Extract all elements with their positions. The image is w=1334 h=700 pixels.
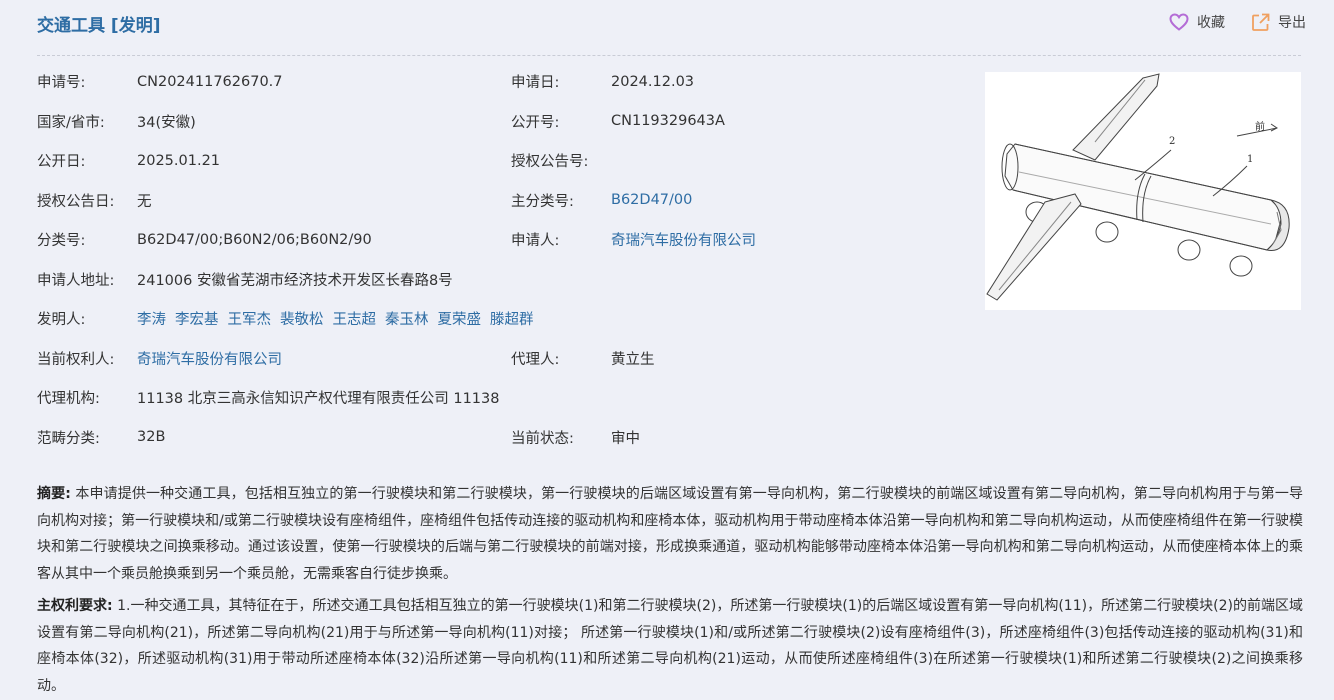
category-value: 32B (137, 429, 166, 446)
inventor-link[interactable]: 王志超 (333, 308, 377, 329)
current-owner-label: 当前权利人: (37, 351, 115, 368)
inventors-label: 发明人: (37, 312, 86, 329)
field-row: 分类号: B62D47/00;B60N2/06;B60N2/90 申请人: 奇瑞… (37, 220, 967, 260)
claims-text: 1.一种交通工具，其特征在于，所述交通工具包括相互独立的第一行驶模块(1)和第二… (37, 598, 1304, 694)
header-divider (37, 55, 1301, 56)
field-row: 国家/省市: 34(安徽) 公开号: CN119329643A (37, 102, 967, 142)
publication-date-label: 公开日: (37, 154, 86, 171)
status-value: 审中 (611, 430, 640, 447)
current-owner-link[interactable]: 奇瑞汽车股份有限公司 (137, 348, 282, 369)
abstract-section: 摘要: 本申请提供一种交通工具，包括相互独立的第一行驶模块和第二行驶模块，第一行… (37, 481, 1303, 587)
grant-pub-date-label: 授权公告日: (37, 193, 115, 210)
application-no-value: CN202411762670.7 (137, 73, 283, 90)
abstract-label: 摘要: (37, 486, 71, 502)
class-no-value: B62D47/00;B60N2/06;B60N2/90 (137, 231, 372, 248)
inventor-list: 李涛 李宏基 王军杰 裴敬松 王志超 秦玉林 夏荣盛 滕超群 (137, 308, 534, 329)
drawing-label-front: 前 (1255, 120, 1265, 133)
heart-icon (1169, 13, 1189, 31)
claims-section: 主权利要求: 1.一种交通工具，其特征在于，所述交通工具包括相互独立的第一行驶模… (37, 593, 1303, 699)
field-row: 申请人地址: 241006 安徽省芜湖市经济技术开发区长春路8号 (37, 260, 967, 300)
agent-label: 代理人: (511, 351, 560, 368)
field-row: 公开日: 2025.01.21 授权公告号: (37, 141, 967, 181)
inventor-link[interactable]: 李宏基 (175, 308, 219, 329)
grant-pub-no-label: 授权公告号: (511, 154, 589, 171)
agent-value: 黄立生 (611, 351, 655, 368)
field-row: 当前权利人: 奇瑞汽车股份有限公司 代理人: 黄立生 (37, 339, 967, 379)
patent-drawing[interactable]: 前 2 1 (985, 72, 1301, 310)
applicant-address-value: 241006 安徽省芜湖市经济技术开发区长春路8号 (137, 272, 453, 289)
abstract-text: 本申请提供一种交通工具，包括相互独立的第一行驶模块和第二行驶模块，第一行驶模块的… (37, 486, 1303, 582)
export-icon (1251, 13, 1270, 32)
inventor-link[interactable]: 李涛 (137, 308, 166, 329)
claims-label: 主权利要求: (37, 598, 113, 614)
field-row: 代理机构: 11138 北京三高永信知识产权代理有限责任公司 11138 (37, 378, 967, 418)
page-title: 交通工具 [发明] (37, 16, 161, 36)
country-label: 国家/省市: (37, 114, 105, 131)
main-class-label: 主分类号: (511, 193, 574, 210)
application-no-label: 申请号: (37, 75, 86, 92)
inventor-link[interactable]: 王军杰 (228, 308, 272, 329)
application-date-label: 申请日: (511, 75, 560, 92)
publication-no-label: 公开号: (511, 114, 560, 131)
header-actions: 收藏 导出 (1169, 12, 1306, 32)
publication-no-value: CN119329643A (611, 113, 725, 130)
export-label: 导出 (1278, 15, 1306, 31)
patent-drawing-svg: 前 2 1 (986, 73, 1290, 301)
drawing-label-2: 2 (1169, 136, 1175, 147)
inventor-link[interactable]: 裴敬松 (280, 308, 324, 329)
country-value: 34(安徽) (137, 114, 196, 131)
grant-pub-date-value: 无 (137, 193, 152, 210)
field-row: 授权公告日: 无 主分类号: B62D47/00 (37, 181, 967, 221)
patent-fields: 申请号: CN202411762670.7 申请日: 2024.12.03 国家… (37, 62, 967, 457)
agency-value: 11138 北京三高永信知识产权代理有限责任公司 11138 (137, 391, 500, 408)
drawing-label-1: 1 (1247, 154, 1253, 165)
status-label: 当前状态: (511, 430, 574, 447)
class-no-label: 分类号: (37, 233, 86, 250)
inventor-link[interactable]: 夏荣盛 (438, 308, 482, 329)
agency-label: 代理机构: (37, 391, 100, 408)
inventor-link[interactable]: 秦玉林 (385, 308, 429, 329)
publication-date-value: 2025.01.21 (137, 152, 221, 169)
main-class-link[interactable]: B62D47/00 (611, 192, 692, 208)
applicant-address-label: 申请人地址: (37, 272, 115, 289)
field-row: 范畴分类: 32B 当前状态: 审中 (37, 418, 967, 458)
applicant-link[interactable]: 奇瑞汽车股份有限公司 (611, 229, 756, 250)
favorite-label: 收藏 (1197, 15, 1225, 31)
field-row: 发明人: 李涛 李宏基 王军杰 裴敬松 王志超 秦玉林 夏荣盛 滕超群 (37, 299, 967, 339)
field-row: 申请号: CN202411762670.7 申请日: 2024.12.03 (37, 62, 967, 102)
application-date-value: 2024.12.03 (611, 73, 695, 90)
export-button[interactable]: 导出 (1251, 12, 1306, 32)
inventor-link[interactable]: 滕超群 (490, 308, 534, 329)
category-label: 范畴分类: (37, 430, 100, 447)
favorite-button[interactable]: 收藏 (1169, 12, 1225, 32)
applicant-label: 申请人: (511, 233, 560, 250)
